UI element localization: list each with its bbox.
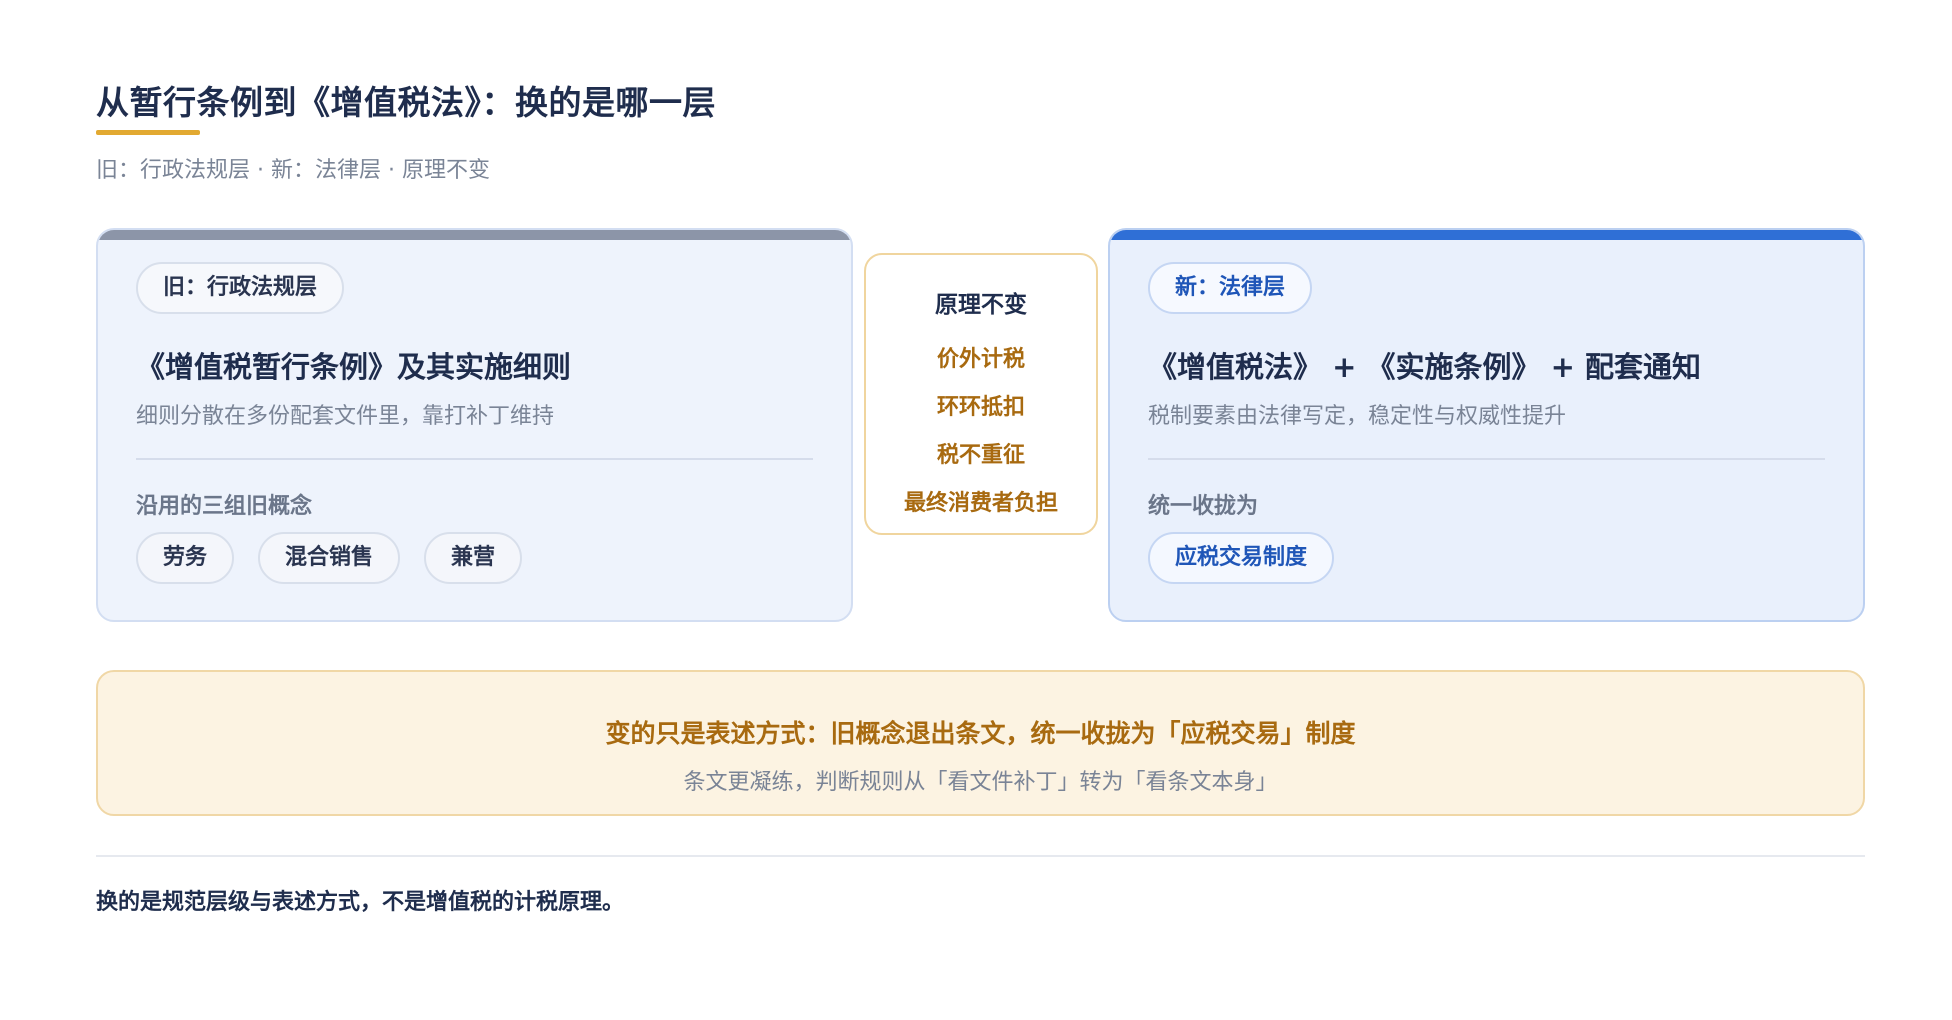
new-layer-badge: 新：法律层 bbox=[1148, 262, 1313, 314]
old-card-top-bar bbox=[98, 230, 851, 240]
page: 从暂行条例到《增值税法》：换的是哪一层 旧：行政法规层 · 新：法律层 · 原理… bbox=[0, 0, 1952, 1020]
old-card-title: 《增值税暂行条例》及其实施细则 bbox=[136, 350, 572, 384]
old-card-description: 细则分散在多份配套文件里，靠打补丁维持 bbox=[136, 404, 555, 429]
new-card-divider bbox=[1148, 458, 1825, 460]
old-concept-tag: 兼营 bbox=[424, 532, 523, 584]
principle-item: 最终消费者负担 bbox=[903, 491, 1058, 516]
old-concept-tag: 混合销售 bbox=[258, 532, 401, 584]
old-card-section-label: 沿用的三组旧概念 bbox=[136, 494, 313, 519]
principle-item: 环环抵扣 bbox=[936, 395, 1025, 420]
new-card-top-bar bbox=[1110, 230, 1863, 240]
taxable-transaction-tag: 应税交易制度 bbox=[1148, 532, 1335, 584]
old-concept-tag: 劳务 bbox=[136, 532, 235, 584]
footer-divider bbox=[96, 855, 1865, 857]
new-card-section-label: 统一收拢为 bbox=[1148, 494, 1259, 519]
new-card-description: 税制要素由法律写定，稳定性与权威性提升 bbox=[1148, 404, 1567, 429]
principle-item: 价外计税 bbox=[936, 347, 1025, 372]
page-subtitle: 旧：行政法规层 · 新：法律层 · 原理不变 bbox=[96, 158, 490, 183]
note-main-text: 变的只是表述方式：旧概念退出条文，统一收拢为「应税交易」制度 bbox=[605, 719, 1356, 748]
footer-conclusion: 换的是规范层级与表述方式，不是增值税的计税原理。 bbox=[96, 890, 625, 915]
old-layer-card: 旧：行政法规层 《增值税暂行条例》及其实施细则 细则分散在多份配套文件里，靠打补… bbox=[96, 228, 853, 622]
title-underline bbox=[96, 130, 200, 135]
page-title: 从暂行条例到《增值税法》：换的是哪一层 bbox=[96, 83, 716, 122]
principle-item: 税不重征 bbox=[936, 443, 1025, 468]
old-layer-badge: 旧：行政法规层 bbox=[136, 262, 345, 314]
new-layer-card: 新：法律层 《增值税法》 + 《实施条例》 + 配套通知 税制要素由法律写定，稳… bbox=[1108, 228, 1865, 622]
new-concept-tags: 应税交易制度 bbox=[1148, 532, 1335, 584]
highlight-note: 变的只是表述方式：旧概念退出条文，统一收拢为「应税交易」制度 条文更凝练，判断规… bbox=[96, 670, 1865, 816]
new-card-title: 《增值税法》 + 《实施条例》 + 配套通知 bbox=[1148, 350, 1701, 384]
old-card-divider bbox=[136, 458, 813, 460]
unchanged-principles-box: 原理不变 价外计税 环环抵扣 税不重征 最终消费者负担 bbox=[864, 253, 1098, 535]
principles-title: 原理不变 bbox=[935, 292, 1027, 318]
old-concept-tags: 劳务 混合销售 兼营 bbox=[136, 532, 523, 584]
note-sub-text: 条文更凝练，判断规则从「看文件补丁」转为「看条文本身」 bbox=[683, 770, 1278, 795]
